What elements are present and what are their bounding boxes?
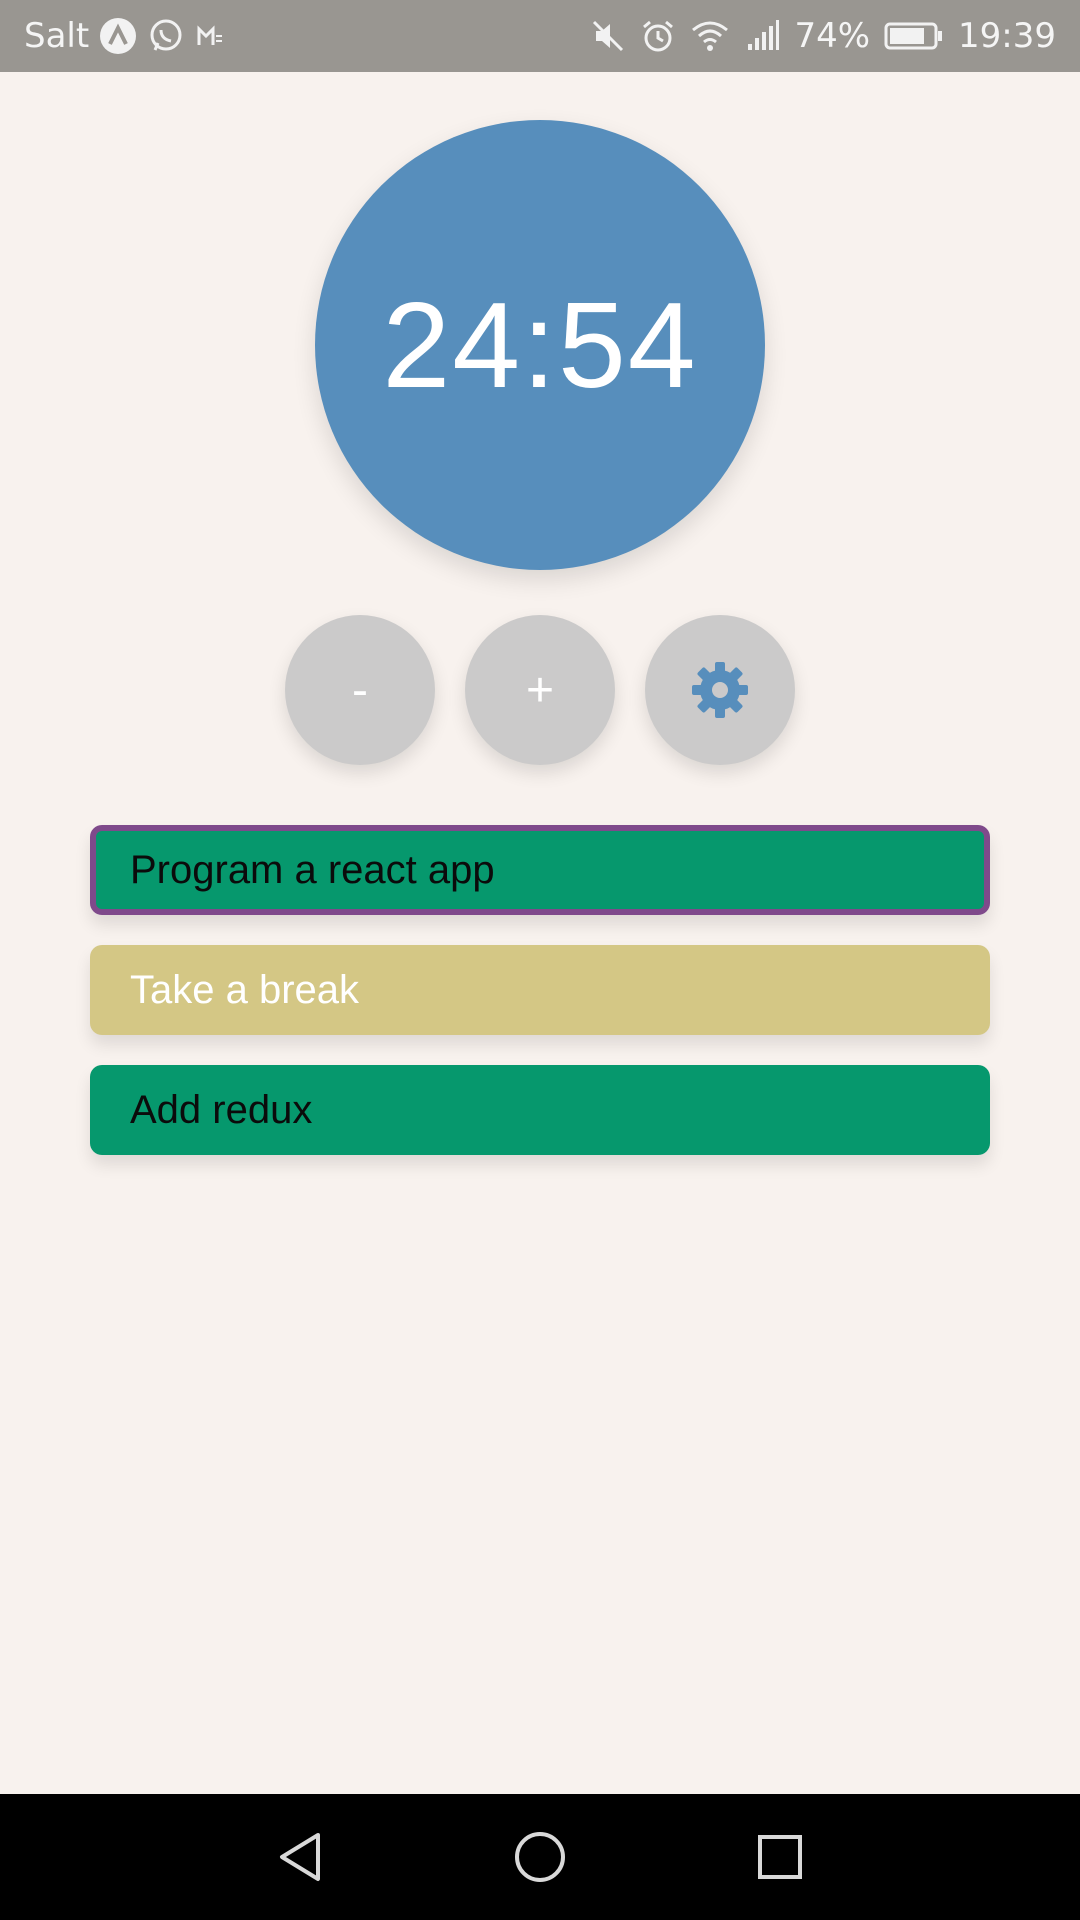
app-screen: Salt 74% 19:39 24:54 - + Program a react…	[0, 0, 1080, 1920]
task-label: Add redux	[130, 1087, 313, 1132]
increase-time-button[interactable]: +	[465, 615, 615, 765]
carrier-name: Salt	[24, 16, 90, 56]
home-icon	[512, 1829, 568, 1885]
status-bar-right: 74% 19:39	[590, 0, 1056, 72]
mute-icon	[590, 18, 626, 54]
navigation-bar	[0, 1794, 1080, 1920]
task-label: Take a break	[130, 967, 360, 1012]
timer-circle[interactable]: 24:54	[315, 120, 765, 570]
task-item-take-a-break[interactable]: Take a break	[90, 945, 990, 1035]
recent-apps-button[interactable]	[750, 1827, 810, 1887]
gmail-icon	[195, 21, 225, 51]
back-button[interactable]	[270, 1827, 330, 1887]
gear-icon	[688, 658, 752, 722]
task-item-program-react-app[interactable]: Program a react app	[90, 825, 990, 915]
home-button[interactable]	[510, 1827, 570, 1887]
alarm-icon	[640, 18, 676, 54]
increase-label: +	[525, 663, 555, 717]
whatsapp-icon	[147, 17, 185, 55]
back-icon	[274, 1829, 326, 1885]
nova-launcher-icon	[99, 17, 137, 55]
decrease-time-button[interactable]: -	[285, 615, 435, 765]
status-bar-left: Salt	[24, 0, 225, 72]
battery-icon	[884, 21, 944, 51]
task-list: Program a react app Take a break Add red…	[90, 825, 990, 1185]
signal-icon	[744, 18, 780, 54]
wifi-icon	[690, 18, 730, 54]
decrease-label: -	[352, 663, 368, 717]
recent-apps-icon	[754, 1831, 806, 1883]
task-label: Program a react app	[130, 847, 495, 892]
clock: 19:39	[958, 16, 1056, 56]
status-bar: Salt 74% 19:39	[0, 0, 1080, 72]
timer-value: 24:54	[382, 277, 698, 413]
battery-percent: 74%	[794, 16, 871, 56]
task-item-add-redux[interactable]: Add redux	[90, 1065, 990, 1155]
settings-button[interactable]	[645, 615, 795, 765]
